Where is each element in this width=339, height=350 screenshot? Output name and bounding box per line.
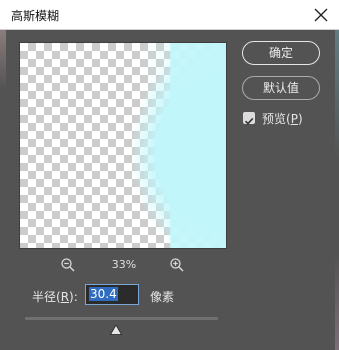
radius-control: 半径(R): 30.4 像素 [32, 284, 232, 306]
preview-label: 预览(P) [262, 110, 303, 127]
blur-preview-canvas[interactable] [19, 42, 227, 249]
radius-unit: 像素 [150, 290, 175, 304]
preview-option[interactable]: 预览(P) [243, 110, 323, 126]
preview-label-hotkey: P [290, 112, 298, 126]
zoom-level: 33% [111, 258, 137, 271]
preview-label-prefix: 预览( [262, 112, 291, 126]
background-edge [335, 30, 339, 350]
radius-label-suffix: ): [69, 290, 78, 304]
gaussian-blur-dialog: 高斯模糊 33% 半径(R): 30.4 像素 确定 默认值 预览(P) [0, 0, 339, 350]
radius-label: 半径(R): [32, 288, 78, 305]
radius-value: 30.4 [89, 287, 118, 301]
radius-input[interactable]: 30.4 [85, 284, 139, 305]
preview-label-suffix: ) [297, 112, 303, 126]
radius-label-prefix: 半径( [32, 290, 61, 304]
dialog-title: 高斯模糊 [11, 9, 60, 23]
radius-label-hotkey: R [60, 290, 70, 304]
zoom-in-button[interactable] [169, 257, 185, 273]
background-edge [0, 30, 6, 90]
close-button[interactable] [309, 3, 333, 27]
reset-defaults-button[interactable]: 默认值 [242, 76, 320, 100]
zoom-controls: 33% [19, 255, 227, 275]
zoom-out-icon [61, 258, 75, 272]
ok-button[interactable]: 确定 [242, 41, 320, 65]
checkmark-icon [244, 117, 254, 125]
zoom-out-button[interactable] [60, 257, 76, 273]
slider-thumb-icon [109, 324, 123, 335]
zoom-in-icon [170, 258, 184, 272]
blur-region [115, 43, 226, 248]
title-bar: 高斯模糊 [0, 0, 339, 30]
close-icon [314, 8, 328, 22]
preview-checkbox[interactable] [243, 112, 255, 125]
radius-slider-thumb[interactable] [109, 320, 123, 335]
